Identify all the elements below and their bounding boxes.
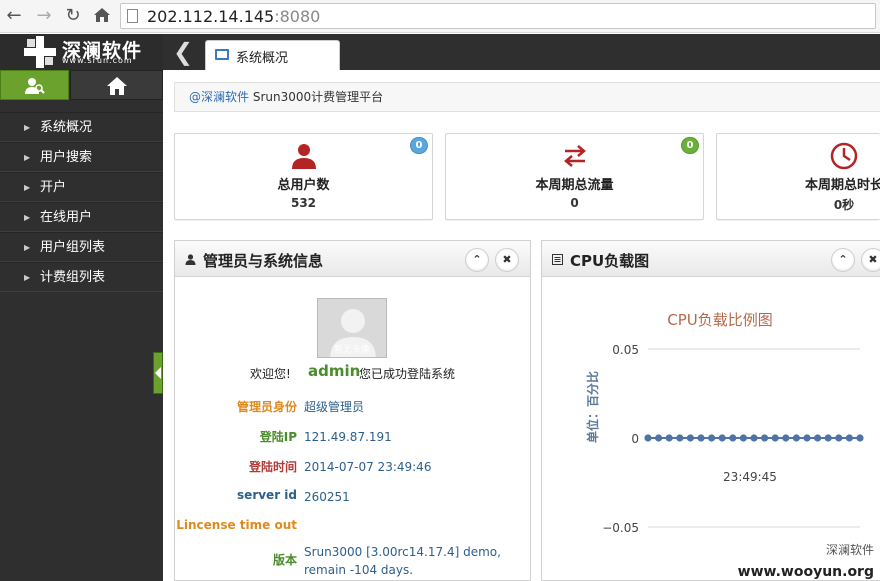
admin-info-panel: 管理员与系统信息 ⌃ ✖ 暂无头像 欢迎您! admin 您已成功登陆系统 管理… (174, 240, 531, 581)
avatar: 暂无头像 (317, 298, 387, 358)
triangle-right-icon: ▶ (24, 153, 31, 162)
data-point (739, 434, 747, 442)
user-search-icon (25, 78, 45, 94)
data-point (835, 434, 843, 442)
data-point (686, 434, 694, 442)
sidebar-tab-user[interactable] (0, 70, 69, 100)
data-point (814, 434, 822, 442)
sidebar-menu: ▶ 系统概况 ▶ 用户搜索 ▶ 开户 ▶ 在线用户 ▶ 用户组列表 ▶ 计费组列表 (0, 112, 163, 292)
data-point (676, 434, 684, 442)
data-point (644, 434, 652, 442)
triangle-right-icon: ▶ (24, 213, 31, 222)
data-point (803, 434, 811, 442)
admin-username: admin (308, 362, 361, 380)
transfer-arrows-icon (563, 145, 586, 167)
stat-card-total-duration: 本周期总时长 0秒 (716, 133, 880, 220)
srun-logo-icon (24, 36, 56, 68)
sidebar-item-online-users[interactable]: ▶ 在线用户 (0, 202, 163, 232)
y-tick-label: 0 (631, 432, 639, 446)
back-arrow-icon[interactable]: ← (4, 6, 24, 26)
sidebar-item-user-groups[interactable]: ▶ 用户组列表 (0, 232, 163, 262)
stat-card-total-traffic: 本周期总流量 0 0 (445, 133, 704, 220)
cpu-load-chart: CPU负载比例图 单位：百分比 0.05 0 −0.05 23:49:45 (585, 311, 864, 535)
sidebar: 深澜软件 www.srun.com ▶ 系统概况 ▶ 用户搜索 ▶ 开户 ▶ 在线用户 … (0, 34, 163, 581)
data-point (856, 434, 864, 442)
data-point (665, 434, 673, 442)
address-bar[interactable]: 202.112.14.145:8080 (120, 3, 876, 29)
close-button[interactable]: ✖ (861, 248, 880, 272)
y-tick-label: −0.05 (602, 521, 639, 535)
data-point (750, 434, 758, 442)
breadcrumb-link[interactable]: @深澜软件 (189, 90, 249, 104)
url-text: 202.112.14.145:8080 (147, 7, 321, 26)
page-icon (127, 9, 138, 23)
data-point (824, 434, 832, 442)
tab-system-overview[interactable]: 系统概况 (205, 40, 340, 70)
home-icon (107, 77, 127, 95)
close-button[interactable]: ✖ (495, 248, 519, 272)
user-icon (291, 144, 316, 169)
panel-header: 管理员与系统信息 ⌃ ✖ (175, 241, 530, 277)
x-tick-label: 23:49:45 (723, 470, 777, 484)
data-point (697, 434, 705, 442)
panel-header: CPU负载图 ⌃ ✖ (542, 241, 880, 277)
triangle-right-icon: ▶ (24, 183, 31, 192)
data-point (655, 434, 663, 442)
monitor-icon (215, 49, 229, 60)
chevron-left-icon[interactable]: ❮ (173, 38, 193, 66)
data-point (708, 434, 716, 442)
cpu-load-panel: CPU负载图 ⌃ ✖ CPU负载比例图 单位：百分比 0.05 0 −0.05 23… (541, 240, 880, 581)
sidebar-item-open-account[interactable]: ▶ 开户 (0, 172, 163, 202)
sidebar-collapse-handle[interactable] (153, 352, 163, 394)
home-icon[interactable] (92, 6, 112, 26)
list-icon (552, 254, 563, 265)
y-axis-label: 单位：百分比 (585, 371, 600, 443)
breadcrumb: @深澜软件 Srun3000计费管理平台 (174, 82, 880, 112)
site-watermark: www.wooyun.org (737, 564, 874, 580)
collapse-button[interactable]: ⌃ (465, 248, 489, 272)
sidebar-tab-home[interactable] (70, 70, 163, 100)
sidebar-item-user-search[interactable]: ▶ 用户搜索 (0, 142, 163, 172)
data-point (718, 434, 726, 442)
data-point (771, 434, 779, 442)
data-point (845, 434, 853, 442)
sidebar-item-billing-groups[interactable]: ▶ 计费组列表 (0, 262, 163, 292)
triangle-right-icon: ▶ (24, 243, 31, 252)
sidebar-item-overview[interactable]: ▶ 系统概况 (0, 112, 163, 142)
triangle-right-icon: ▶ (24, 273, 31, 282)
clock-icon (830, 142, 858, 170)
browser-toolbar: ← → ↻ 202.112.14.145:8080 (0, 0, 880, 33)
data-point (729, 434, 737, 442)
data-point (761, 434, 769, 442)
data-point (782, 434, 790, 442)
y-tick-label: 0.05 (612, 343, 639, 357)
forward-arrow-icon[interactable]: → (34, 6, 54, 26)
logo: 深澜软件 www.srun.com (0, 34, 163, 70)
count-badge: 0 (681, 137, 699, 154)
count-badge: 0 (410, 137, 428, 154)
tab-bar: ❮ 系统概况 (163, 34, 880, 70)
stat-card-total-users: 总用户数 532 0 (174, 133, 433, 220)
chart-title: CPU负载比例图 (667, 311, 773, 329)
triangle-right-icon: ▶ (24, 123, 31, 132)
collapse-button[interactable]: ⌃ (831, 248, 855, 272)
user-icon (185, 254, 196, 265)
reload-icon[interactable]: ↻ (63, 6, 83, 26)
chart-credit: 深澜软件 (825, 543, 874, 557)
main-content: @深澜软件 Srun3000计费管理平台 总用户数 532 0 本周期总流量 0… (163, 70, 880, 581)
data-point (792, 434, 800, 442)
